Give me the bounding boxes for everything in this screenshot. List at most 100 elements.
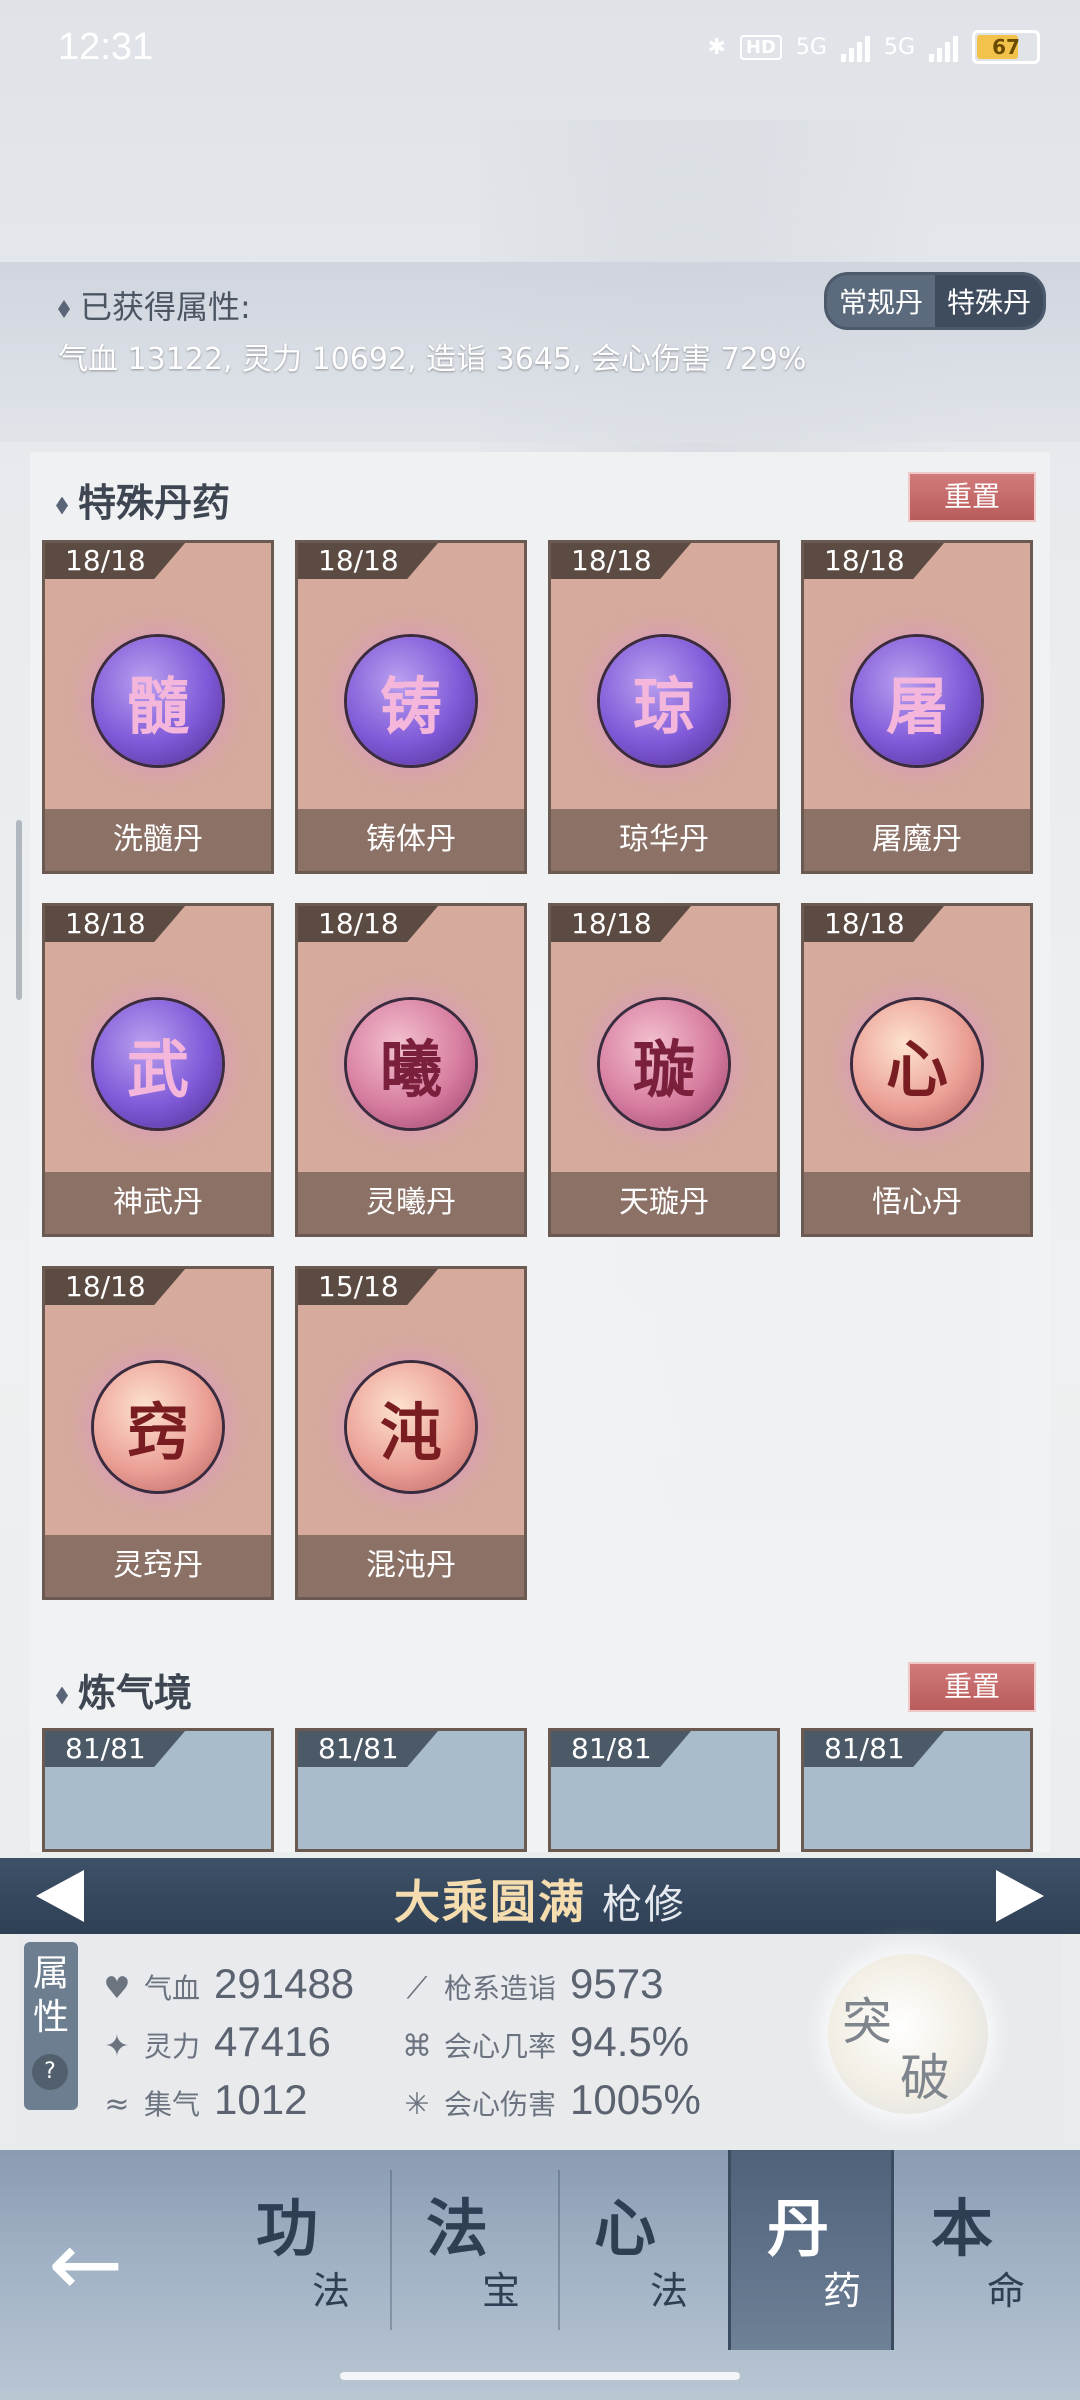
tab-gongfa[interactable]: 功 法 — [220, 2150, 380, 2350]
breakthrough-label-1: 突 — [842, 1993, 892, 2051]
tab-danyao[interactable]: 丹 药 — [728, 2150, 894, 2350]
stat-value: 47416 — [214, 2018, 331, 2065]
pill-count: 18/18 — [804, 906, 944, 942]
knot-icon: ⌘ — [402, 2029, 432, 2064]
tab-main-label: 本 — [931, 2192, 994, 2265]
bluetooth-icon: ✱ — [707, 34, 726, 60]
pill-count: 18/18 — [551, 543, 691, 579]
scrollbar[interactable] — [16, 820, 22, 1000]
tab-sub-label: 药 — [823, 2269, 862, 2313]
pill-name: 悟心丹 — [804, 1172, 1030, 1234]
section-title-qi-text: 炼气境 — [78, 1671, 193, 1715]
pill-orb-icon: 沌 — [347, 1363, 475, 1491]
pill-card-qi-1[interactable]: 81/81 — [42, 1728, 274, 1852]
tab-fabao[interactable]: 法 宝 — [390, 2150, 550, 2350]
back-arrow-icon[interactable]: ← — [48, 2220, 123, 2310]
reset-button-qi[interactable]: 重置 — [908, 1662, 1036, 1712]
status-time: 12:31 — [58, 26, 154, 68]
signal-icon-2 — [929, 32, 958, 62]
tab-sub-label: 宝 — [482, 2269, 521, 2313]
heart-icon: ♥ — [103, 1971, 131, 2006]
pill-count: 81/81 — [45, 1731, 185, 1767]
home-indicator[interactable] — [340, 2372, 740, 2380]
pill-card-lingqiao[interactable]: 18/18 窍 灵窍丹 — [42, 1266, 274, 1600]
stat-value: 291488 — [214, 1960, 355, 2007]
pill-count: 18/18 — [804, 543, 944, 579]
pill-orb-icon: 琼 — [600, 637, 728, 765]
diamond-icon — [56, 496, 68, 515]
pill-card-xisui[interactable]: 18/18 髓 洗髓丹 — [42, 540, 274, 874]
toggle-regular-pill[interactable]: 常规丹 — [827, 275, 935, 327]
pill-card-qionghua[interactable]: 18/18 琼 琼华丹 — [548, 540, 780, 874]
pill-count: 18/18 — [298, 543, 438, 579]
stat-value: 1005% — [570, 2076, 701, 2123]
pill-card-tianxuan[interactable]: 18/18 璇 天璇丹 — [548, 903, 780, 1237]
stat-label: 会心几率 — [444, 2030, 557, 2063]
tab-xinfa[interactable]: 心 法 — [558, 2150, 718, 2350]
pill-count: 81/81 — [551, 1731, 691, 1767]
status-icons: ✱ HD 5G 5G 67 — [707, 30, 1040, 64]
pill-count: 18/18 — [45, 543, 185, 579]
tab-sub-label: 命 — [987, 2269, 1026, 2313]
toggle-special-pill[interactable]: 特殊丹 — [934, 275, 1043, 327]
pill-card-hundun[interactable]: 15/18 沌 混沌丹 — [295, 1266, 527, 1600]
pill-count: 18/18 — [45, 906, 185, 942]
pill-name: 混沌丹 — [298, 1535, 524, 1597]
tab-sub-label: 法 — [650, 2269, 689, 2313]
signal-icon — [840, 32, 870, 62]
tab-main-label: 法 — [426, 2192, 489, 2265]
stat-value: 9573 — [570, 1960, 664, 2007]
section-title-special: 特殊丹药 — [56, 472, 230, 527]
section-title-qi: 炼气境 — [56, 1662, 192, 1717]
hd-icon: HD — [739, 34, 782, 60]
stats-panel: 属性 ? ♥ 气血 291488 ✦ 灵力 47416 ≈ 集气 1012 ⟋ … — [18, 1934, 1062, 2144]
realm-bar: 大乘圆满 枪修 — [0, 1858, 1080, 1934]
stat-label: 会心伤害 — [444, 2088, 557, 2121]
next-arrow-icon[interactable] — [996, 1870, 1044, 1922]
pill-count: 18/18 — [298, 906, 438, 942]
attributes-tab-top: 属 — [32, 1953, 69, 1994]
pill-name: 天璇丹 — [551, 1172, 777, 1234]
pill-card-lingxi[interactable]: 18/18 曦 灵曦丹 — [295, 903, 527, 1237]
flame-icon: ✦ — [104, 2029, 130, 2064]
stat-label: 灵力 — [144, 2030, 201, 2063]
breakthrough-label-2: 破 — [900, 2049, 950, 2107]
battery-icon: 67 — [972, 30, 1040, 64]
stat-value: 1012 — [214, 2076, 308, 2123]
pill-orb-icon: 窍 — [94, 1363, 222, 1491]
reset-button-special[interactable]: 重置 — [908, 472, 1036, 522]
breakthrough-button[interactable]: 突 破 — [828, 1954, 988, 2114]
realm-name: 大乘圆满 — [394, 1875, 586, 1929]
realm-title: 大乘圆满 枪修 — [0, 1866, 1080, 1932]
burst-icon: ✳ — [404, 2087, 430, 2122]
stat-label: 枪系造诣 — [444, 1972, 557, 2005]
tab-main-label: 心 — [594, 2192, 657, 2265]
pill-name: 神武丹 — [45, 1172, 271, 1234]
help-icon[interactable]: ? — [32, 2054, 68, 2090]
tab-benming[interactable]: 本 命 — [895, 2150, 1055, 2350]
pill-card-wuxin[interactable]: 18/18 心 悟心丹 — [801, 903, 1033, 1237]
pill-orb-icon: 武 — [94, 1000, 222, 1128]
tab-sub-label: 法 — [312, 2269, 351, 2313]
pill-card-zhuti[interactable]: 18/18 铸 铸体丹 — [295, 540, 527, 874]
pill-card-qi-4[interactable]: 81/81 — [801, 1728, 1033, 1852]
pill-card-qi-3[interactable]: 81/81 — [548, 1728, 780, 1852]
pill-card-qi-2[interactable]: 81/81 — [295, 1728, 527, 1852]
pill-card-tumo[interactable]: 18/18 屠 屠魔丹 — [801, 540, 1033, 874]
pill-count: 18/18 — [551, 906, 691, 942]
section-title-special-text: 特殊丹药 — [78, 481, 231, 525]
battery-level: 67 — [992, 35, 1020, 59]
pill-card-shenwu[interactable]: 18/18 武 神武丹 — [42, 903, 274, 1237]
network-label: 5G — [795, 34, 827, 60]
pill-count: 18/18 — [45, 1269, 185, 1305]
pill-name: 铸体丹 — [298, 809, 524, 871]
pill-orb-icon: 髓 — [94, 637, 222, 765]
pill-count: 81/81 — [804, 1731, 944, 1767]
obtained-attributes: 已获得属性: 气血 13122, 灵力 10692, 造诣 3645, 会心伤害… — [0, 262, 1080, 442]
stat-spear-mastery: ⟋ 枪系造诣 9573 — [398, 1960, 664, 2009]
stat-value: 94.5% — [570, 2018, 690, 2065]
swirl-icon: ≈ — [104, 2087, 130, 2122]
diamond-icon — [58, 300, 70, 318]
pill-panel: 特殊丹药 重置 18/18 髓 洗髓丹 18/18 铸 铸体丹 18/18 琼 … — [30, 452, 1050, 1852]
pill-count: 15/18 — [298, 1269, 438, 1305]
